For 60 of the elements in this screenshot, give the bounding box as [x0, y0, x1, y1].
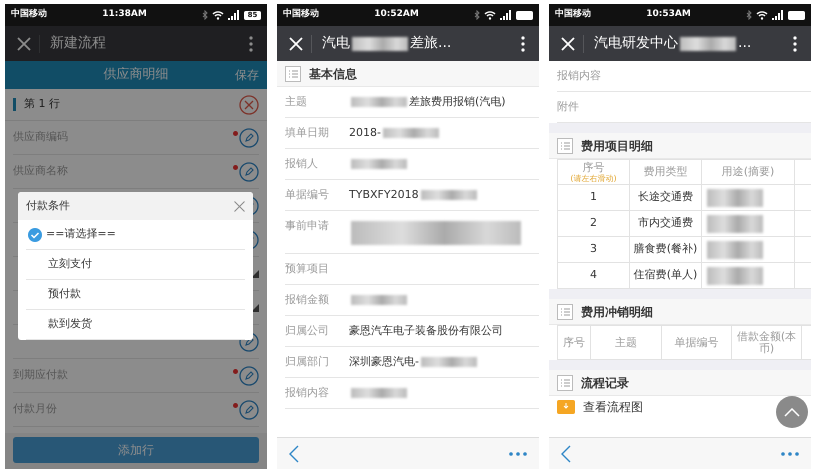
- window-title: ...: [738, 34, 752, 53]
- field-label: 填单日期: [285, 126, 330, 140]
- section-title: 流程记录: [581, 374, 629, 392]
- column-header: 借款金额(本币): [736, 330, 796, 354]
- carrier-name: 中国移动: [11, 8, 47, 22]
- column-header: 单据编号: [674, 336, 718, 348]
- table-cell: 2: [590, 216, 597, 230]
- scroll-hint: (请左右滑动): [569, 174, 618, 182]
- field-label: 到期应付款: [13, 367, 69, 384]
- section-title: 基本信息: [309, 66, 357, 82]
- status-time: 11:38AM: [102, 8, 147, 22]
- table-cell: 1: [590, 190, 597, 204]
- column-header: 序号: [563, 336, 585, 348]
- field-label: 归属公司: [285, 324, 330, 338]
- field-label: 供应商名称: [13, 163, 69, 180]
- window-title: 差旅...: [410, 34, 452, 53]
- section-title: 费用冲销明细: [581, 304, 653, 320]
- table-cell: 长途交通费: [638, 190, 693, 204]
- carrier-name: 中国移动: [555, 8, 591, 22]
- column-header: 用途(摘要): [722, 165, 774, 178]
- dialog-option[interactable]: 立刻支付: [26, 250, 245, 280]
- field-label: 主题: [285, 95, 308, 109]
- field-label: 归属部门: [285, 355, 330, 369]
- field-label: 报销内容: [285, 386, 330, 400]
- field-label: 单据编号: [285, 188, 330, 202]
- table-cell: 4: [590, 268, 597, 282]
- field-label: 报销金额: [285, 293, 330, 307]
- table-cell: 3: [590, 242, 597, 256]
- list-item[interactable]: 查看流程图: [549, 396, 811, 418]
- table-cell: 市内交通费: [638, 216, 693, 230]
- dialog-option[interactable]: 预付款: [26, 280, 245, 310]
- window-title: 汽电研发中心: [594, 34, 678, 53]
- field-label: 事前申请: [285, 219, 330, 234]
- carrier-name: 中国移动: [283, 8, 319, 22]
- table-cell: 住宿费(单人): [634, 268, 698, 282]
- row-title: 第 1 行: [24, 96, 61, 112]
- field-value: 豪恩汽车电子装备股份有限公司: [349, 324, 503, 338]
- field-value: 2018-: [349, 126, 381, 140]
- field-value: TYBXFY2018: [349, 188, 419, 202]
- field-label: 报销人: [285, 157, 319, 171]
- status-time: 10:52AM: [374, 8, 419, 22]
- table-cell: 膳食费(餐补): [634, 242, 698, 256]
- window-title: 新建流程: [50, 34, 106, 53]
- window-title: 汽电: [322, 34, 350, 53]
- column-header: 主题: [615, 336, 637, 348]
- field-label: 附件: [557, 100, 580, 114]
- column-header: 费用类型: [644, 165, 688, 178]
- dialog-option[interactable]: 款到发货: [26, 310, 245, 340]
- field-label: 付款月份: [13, 401, 58, 418]
- field-label: 预算项目: [285, 262, 330, 276]
- section-title: 费用项目明细: [581, 138, 653, 154]
- dialog-title: 付款条件: [26, 198, 70, 214]
- field-value: 深圳豪恩汽电-: [349, 355, 419, 369]
- status-time: 10:53AM: [646, 8, 691, 22]
- column-header: 序号: [582, 160, 604, 174]
- field-value: 差旅费用报销(汽电): [409, 95, 506, 109]
- section-title: 供应商明细: [104, 66, 168, 84]
- field-label: 供应商编码: [13, 129, 69, 146]
- dialog-option[interactable]: ==请选择==: [26, 220, 245, 250]
- field-label: 报销内容: [557, 69, 602, 83]
